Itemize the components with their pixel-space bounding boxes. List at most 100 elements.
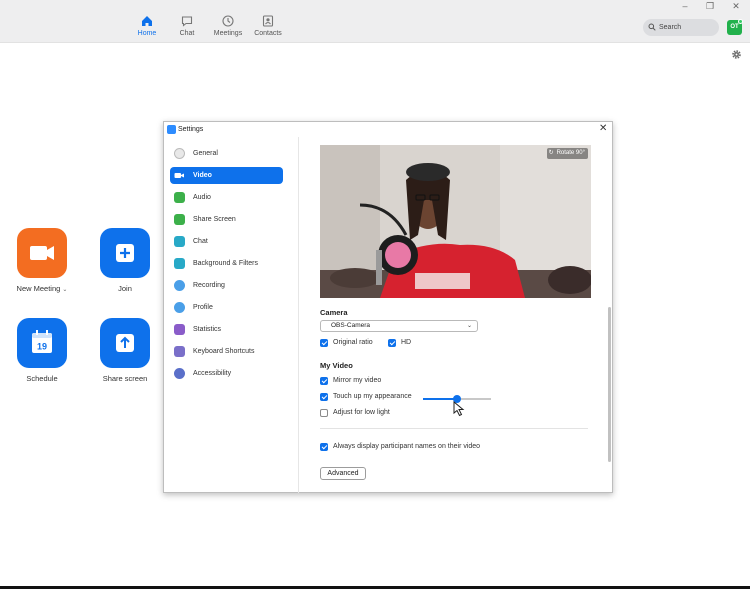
schedule-button[interactable]: 19: [17, 318, 67, 368]
sidebar-item-chat[interactable]: Chat: [170, 233, 283, 250]
sidebar-item-share-screen[interactable]: Share Screen: [170, 211, 283, 228]
sidebar-item-statistics[interactable]: Statistics: [170, 321, 283, 338]
gear-icon[interactable]: [731, 49, 742, 60]
rotate-icon: ↻: [548, 150, 554, 156]
new-meeting-button[interactable]: [17, 228, 67, 278]
chat-icon: [181, 16, 193, 27]
sidebar-item-background-filters[interactable]: Background & Filters: [170, 255, 283, 272]
sidebar-item-audio[interactable]: Audio: [170, 189, 283, 206]
top-navigation-bar: – ❐ ✕ Home Chat Meetings Contacts Search…: [0, 0, 750, 43]
plus-icon: [116, 244, 134, 262]
chevron-down-icon[interactable]: ⌄: [62, 287, 67, 293]
join-button[interactable]: [100, 228, 150, 278]
sidebar-item-label: Chat: [193, 238, 208, 245]
sidebar-item-accessibility[interactable]: Accessibility: [170, 365, 283, 382]
share-up-arrow-icon: [116, 334, 134, 352]
calendar-day: 19: [37, 342, 47, 352]
nav-contacts-label: Contacts: [254, 30, 282, 37]
join-label: Join: [118, 284, 132, 293]
zoom-logo-icon: [167, 125, 176, 134]
search-input[interactable]: Search: [643, 19, 719, 36]
settings-title-bar: Settings: [164, 122, 612, 137]
sidebar-item-general[interactable]: General: [170, 145, 283, 162]
checkbox-checked-icon: [320, 339, 328, 347]
schedule-label: Schedule: [26, 374, 58, 383]
window-close-button[interactable]: ✕: [726, 0, 746, 12]
gear-icon: [174, 148, 185, 159]
zoom-app-window: – ❐ ✕ Home Chat Meetings Contacts Search…: [0, 0, 750, 589]
settings-sidebar: General Video Audio Share Screen Chat Ba…: [164, 137, 299, 493]
statistics-icon: [174, 324, 185, 335]
display-names-label: Always display participant names on thei…: [333, 443, 481, 450]
settings-close-button[interactable]: ✕: [599, 124, 607, 134]
touch-up-checkbox[interactable]: Touch up my appearance: [320, 392, 412, 402]
video-settings-panel: ↻ Rotate 90° Camera OBS-Camera ⌄ Origina…: [300, 137, 612, 493]
background-icon: [174, 258, 185, 269]
clock-icon: [222, 15, 234, 27]
original-ratio-label: Original ratio: [333, 339, 373, 346]
checkbox-checked-icon: [320, 393, 328, 401]
touch-up-slider-fill: [423, 398, 457, 400]
hd-label: HD: [401, 339, 412, 346]
chevron-down-icon: ⌄: [466, 323, 472, 329]
settings-dialog: Settings ✕ General Video Audio Share Scr…: [163, 121, 613, 493]
nav-contacts[interactable]: Contacts: [243, 14, 293, 37]
record-icon: [174, 280, 185, 291]
camera-select[interactable]: OBS-Camera ⌄: [320, 320, 478, 332]
sidebar-item-video[interactable]: Video: [170, 167, 283, 184]
touch-up-slider[interactable]: [423, 395, 491, 403]
sidebar-item-label: Statistics: [193, 326, 222, 333]
contacts-icon: [262, 15, 274, 27]
checkbox-checked-icon: [320, 377, 328, 385]
advanced-button[interactable]: Advanced: [320, 467, 366, 480]
mirror-video-checkbox[interactable]: Mirror my video: [320, 376, 381, 386]
accessibility-icon: [174, 368, 185, 379]
sidebar-item-profile[interactable]: Profile: [170, 299, 283, 316]
minimize-button[interactable]: –: [675, 0, 695, 12]
restore-button[interactable]: ❐: [700, 0, 720, 12]
share-screen-button[interactable]: [100, 318, 150, 368]
camera-select-value: OBS-Camera: [331, 322, 371, 329]
touch-up-label: Touch up my appearance: [333, 393, 412, 400]
search-placeholder: Search: [659, 24, 682, 31]
low-light-checkbox[interactable]: Adjust for low light: [320, 408, 390, 418]
presence-status-dot: [738, 19, 743, 24]
original-ratio-checkbox[interactable]: Original ratio: [320, 338, 373, 348]
headphones-icon: [174, 192, 185, 203]
chat-bubble-icon: [174, 236, 185, 247]
sidebar-item-label: Profile: [193, 304, 213, 311]
sidebar-item-keyboard-shortcuts[interactable]: Keyboard Shortcuts: [170, 343, 283, 360]
share-screen-label: Share screen: [102, 374, 148, 383]
nav-home-label: Home: [137, 30, 157, 37]
new-meeting-text: New Meeting: [16, 284, 61, 293]
sidebar-item-recording[interactable]: Recording: [170, 277, 283, 294]
nav-meetings-label: Meetings: [213, 30, 243, 37]
display-names-checkbox[interactable]: Always display participant names on thei…: [320, 442, 480, 452]
sidebar-item-label: Keyboard Shortcuts: [193, 348, 255, 355]
calendar-icon: 19: [32, 330, 52, 353]
settings-scrollbar[interactable]: [608, 307, 611, 462]
sidebar-item-label: Recording: [193, 282, 225, 289]
mouse-cursor-icon: [453, 401, 465, 417]
checkbox-checked-icon: [320, 443, 328, 451]
hd-checkbox[interactable]: HD: [388, 338, 411, 348]
sidebar-item-label: Video: [193, 172, 212, 179]
video-icon: [174, 173, 184, 178]
camera-heading: Camera: [320, 308, 348, 317]
sidebar-item-label: Audio: [193, 194, 211, 201]
camera-preview: ↻ Rotate 90°: [320, 145, 591, 298]
home-icon: [142, 16, 152, 26]
sidebar-item-label: General: [193, 150, 218, 157]
camera-preview-image: [320, 145, 591, 298]
low-light-label: Adjust for low light: [333, 409, 390, 416]
checkbox-checked-icon: [388, 339, 396, 347]
settings-title: Settings: [178, 126, 204, 133]
search-icon: [648, 23, 656, 31]
sidebar-item-label: Share Screen: [193, 216, 236, 223]
checkbox-unchecked-icon: [320, 409, 328, 417]
profile-icon: [174, 302, 185, 313]
sidebar-item-label: Background & Filters: [193, 260, 258, 267]
new-meeting-label[interactable]: New Meeting ⌄: [2, 284, 82, 293]
nav-chat-label: Chat: [179, 30, 195, 37]
rotate-button[interactable]: ↻ Rotate 90°: [546, 148, 588, 159]
